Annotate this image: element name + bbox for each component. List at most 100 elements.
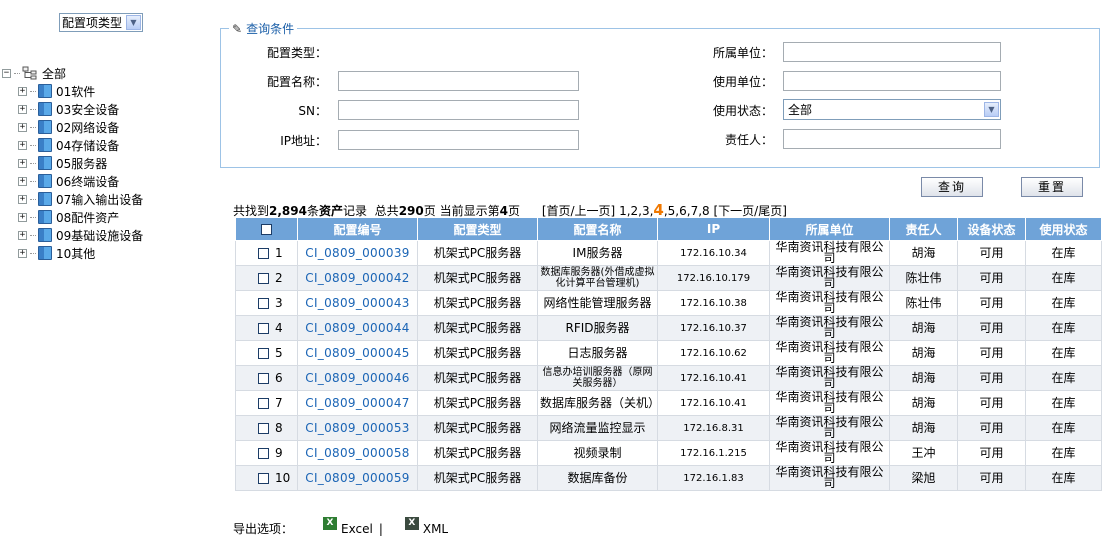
pager-next-last[interactable]: [下一页/尾页] xyxy=(713,204,786,218)
expand-icon[interactable]: + xyxy=(18,158,27,168)
cell-code[interactable]: CI_0809_000059 xyxy=(297,465,418,491)
row-number: 9 xyxy=(275,445,283,460)
expand-icon[interactable]: + xyxy=(18,212,27,222)
row-checkbox[interactable] xyxy=(258,397,269,409)
table-row[interactable]: 5 CI_0809_000045 机架式PC服务器 日志服务器 172.16.10.62… xyxy=(235,340,1102,366)
tree-item[interactable]: +04存储设备 xyxy=(2,136,143,154)
expand-icon[interactable]: + xyxy=(18,140,27,150)
expand-icon[interactable]: + xyxy=(18,230,27,240)
col-header-name[interactable]: 配置名称 xyxy=(537,217,658,241)
chevron-down-icon[interactable]: ▼ xyxy=(126,15,141,30)
cell-code[interactable]: CI_0809_000043 xyxy=(297,290,418,316)
asset-tree: − 全部 +01软件 +03安全设备 +02网络设备 +04存储设备 +05服务器 +06… xyxy=(2,64,143,262)
row-checkbox[interactable] xyxy=(258,272,269,284)
pager-pages-after[interactable]: ,5,6,7,8 xyxy=(664,204,710,218)
cell-code[interactable]: CI_0809_000053 xyxy=(297,415,418,441)
tree-item[interactable]: +06终端设备 xyxy=(2,172,143,190)
reset-button[interactable]: 重置 xyxy=(1021,177,1083,197)
cell-code[interactable]: CI_0809_000045 xyxy=(297,340,418,366)
row-checkbox[interactable] xyxy=(258,297,269,309)
tree-item[interactable]: +07输入输出设备 xyxy=(2,190,143,208)
row-checkbox[interactable] xyxy=(258,247,269,259)
cell-unit: 华南资讯科技有限公司 xyxy=(769,265,890,291)
tree-item[interactable]: +08配件资产 xyxy=(2,208,143,226)
cell-unit: 华南资讯科技有限公司 xyxy=(769,415,890,441)
folder-book-icon xyxy=(38,102,52,116)
pager-pages-before[interactable]: 1,2,3, xyxy=(619,204,653,218)
col-header-type[interactable]: 配置类型 xyxy=(417,217,538,241)
export-excel-link[interactable]: Excel xyxy=(341,522,373,536)
col-header-code[interactable]: 配置编号 xyxy=(297,217,418,241)
tree-root[interactable]: − 全部 xyxy=(2,64,143,82)
cell-dev-status: 可用 xyxy=(957,440,1026,466)
select-all-checkbox[interactable] xyxy=(261,224,272,235)
row-checkbox[interactable] xyxy=(258,447,269,459)
expand-icon[interactable]: + xyxy=(18,176,27,186)
cell-code[interactable]: CI_0809_000042 xyxy=(297,265,418,291)
col-header-dev-status[interactable]: 设备状态 xyxy=(957,217,1026,241)
cell-code[interactable]: CI_0809_000046 xyxy=(297,365,418,391)
row-select-cell: 8 xyxy=(235,415,298,441)
cell-ip: 172.16.10.41 xyxy=(657,390,770,416)
tree-item[interactable]: +09基础设施设备 xyxy=(2,226,143,244)
row-checkbox[interactable] xyxy=(258,472,269,484)
row-checkbox[interactable] xyxy=(258,372,269,384)
row-checkbox[interactable] xyxy=(258,422,269,434)
cell-type: 机架式PC服务器 xyxy=(417,290,538,316)
pager-first-prev[interactable]: [首页/上一页] xyxy=(542,204,615,218)
total-pages: 290 xyxy=(398,204,424,218)
table-row[interactable]: 10 CI_0809_000059 机架式PC服务器 数据库备份 172.16.1.83… xyxy=(235,465,1102,491)
col-header-unit[interactable]: 所属单位 xyxy=(769,217,890,241)
tree-item[interactable]: +03安全设备 xyxy=(2,100,143,118)
table-row[interactable]: 1 CI_0809_000039 机架式PC服务器 IM服务器 172.16.10.34… xyxy=(235,240,1102,266)
export-xml-link[interactable]: XML xyxy=(423,522,448,536)
use-status-select[interactable]: 全部 ▼ xyxy=(783,99,1001,120)
owner-unit-input[interactable] xyxy=(783,42,1001,62)
table-row[interactable]: 4 CI_0809_000044 机架式PC服务器 RFID服务器 172.16.10.… xyxy=(235,315,1102,341)
cell-type: 机架式PC服务器 xyxy=(417,440,538,466)
tree-item[interactable]: +05服务器 xyxy=(2,154,143,172)
tree-item[interactable]: +02网络设备 xyxy=(2,118,143,136)
col-header-person[interactable]: 责任人 xyxy=(889,217,958,241)
col-header-ip[interactable]: IP xyxy=(657,217,770,241)
table-row[interactable]: 7 CI_0809_000047 机架式PC服务器 数据库服务器（关机） 172.16.… xyxy=(235,390,1102,416)
row-checkbox[interactable] xyxy=(258,322,269,334)
table-row[interactable]: 3 CI_0809_000043 机架式PC服务器 网络性能管理服务器 172.16.1… xyxy=(235,290,1102,316)
chevron-down-icon[interactable]: ▼ xyxy=(984,102,999,117)
tree-item[interactable]: +01软件 xyxy=(2,82,143,100)
cell-code[interactable]: CI_0809_000039 xyxy=(297,240,418,266)
search-button[interactable]: 查询 xyxy=(921,177,983,197)
expand-icon[interactable]: + xyxy=(18,104,27,114)
config-type-select[interactable]: 配置项类型 ▼ xyxy=(59,13,143,32)
responsible-input[interactable] xyxy=(783,129,1001,149)
expand-icon[interactable]: + xyxy=(18,248,27,258)
expand-icon[interactable]: + xyxy=(18,86,27,96)
row-checkbox[interactable] xyxy=(258,347,269,359)
ip-input[interactable] xyxy=(338,130,579,150)
table-row[interactable]: 2 CI_0809_000042 机架式PC服务器 数据库服务器(外借成虚拟化计算平台… xyxy=(235,265,1102,291)
expand-icon[interactable]: + xyxy=(18,194,27,204)
cell-code[interactable]: CI_0809_000047 xyxy=(297,390,418,416)
col-header-use-status[interactable]: 使用状态 xyxy=(1025,217,1102,241)
excel-icon[interactable]: X xyxy=(323,517,338,530)
config-name-input[interactable] xyxy=(338,71,579,91)
tree-item[interactable]: +10其他 xyxy=(2,244,143,262)
cell-code[interactable]: CI_0809_000044 xyxy=(297,315,418,341)
select-all-header xyxy=(235,217,298,241)
tree-item-label: 01软件 xyxy=(56,84,96,99)
tree-root-label: 全部 xyxy=(42,66,67,81)
edit-icon: ✎ xyxy=(232,21,243,36)
cell-unit: 华南资讯科技有限公司 xyxy=(769,390,890,416)
table-row[interactable]: 6 CI_0809_000046 机架式PC服务器 信息办培训服务器（原网关服务器） 1… xyxy=(235,365,1102,391)
use-unit-input[interactable] xyxy=(783,71,1001,91)
cell-code[interactable]: CI_0809_000058 xyxy=(297,440,418,466)
cell-name: 数据库服务器(外借成虚拟化计算平台管理机) xyxy=(537,265,658,291)
sn-input[interactable] xyxy=(338,100,579,120)
row-select-cell: 6 xyxy=(235,365,298,391)
xml-icon[interactable]: X xyxy=(404,517,419,530)
table-row[interactable]: 8 CI_0809_000053 机架式PC服务器 网络流量监控显示 172.16.8.… xyxy=(235,415,1102,441)
table-row[interactable]: 9 CI_0809_000058 机架式PC服务器 视频录制 172.16.1.215 华… xyxy=(235,440,1102,466)
expand-icon[interactable]: + xyxy=(18,122,27,132)
collapse-icon[interactable]: − xyxy=(2,68,11,78)
row-number: 5 xyxy=(275,345,283,360)
